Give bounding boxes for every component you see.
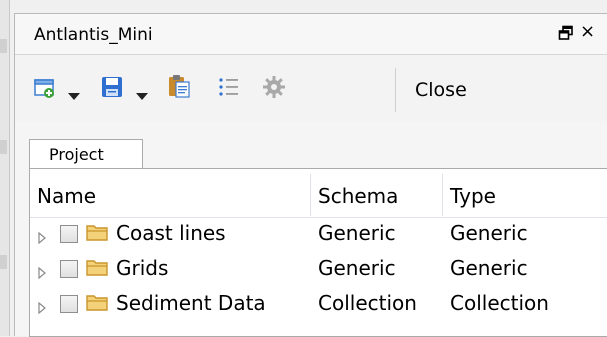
tree-row[interactable]: Coast lines Generic Generic [30, 218, 607, 253]
dropdown-arrow-icon[interactable] [136, 86, 148, 105]
row-type: Generic [450, 256, 528, 280]
folder-icon [86, 223, 108, 245]
panel-titlebar[interactable]: Antlantis_Mini × [15, 14, 607, 55]
expand-arrow-icon[interactable] [38, 229, 46, 248]
tab-bar: Project [15, 122, 607, 169]
tree-row[interactable]: Grids Generic Generic [30, 253, 607, 288]
tab-project[interactable]: Project [29, 139, 143, 169]
column-header-schema[interactable]: Schema [318, 184, 398, 208]
folder-icon [86, 293, 108, 315]
dropdown-arrow-icon[interactable] [68, 86, 80, 105]
frame-notch [0, 140, 7, 154]
toolbar-separator [395, 68, 396, 112]
save-disk-icon[interactable] [101, 76, 123, 102]
row-checkbox[interactable] [60, 225, 78, 243]
row-name: Coast lines [116, 221, 226, 245]
close-panel-icon[interactable]: × [580, 23, 598, 41]
close-button[interactable]: Close [415, 79, 467, 101]
window-frame-left [0, 0, 10, 336]
expand-arrow-icon[interactable] [38, 264, 46, 283]
row-name: Grids [116, 256, 169, 280]
tree-header: Name Schema Type [30, 174, 607, 218]
row-checkbox[interactable] [60, 260, 78, 278]
float-window-icon[interactable] [558, 25, 574, 41]
toolbar: Close [15, 55, 607, 121]
row-checkbox[interactable] [60, 295, 78, 313]
column-divider[interactable] [310, 174, 311, 216]
row-schema: Collection [318, 291, 417, 315]
row-type: Generic [450, 221, 528, 245]
project-tree: Name Schema Type Coast lines Generic Gen… [29, 168, 607, 337]
new-window-icon[interactable] [34, 77, 56, 103]
gear-icon[interactable] [262, 75, 286, 103]
antlantis-panel: Antlantis_Mini × Close Project Name Sche… [14, 13, 607, 337]
clipboard-paste-icon[interactable] [168, 74, 190, 102]
row-type: Collection [450, 291, 549, 315]
frame-notch [0, 255, 7, 269]
expand-arrow-icon[interactable] [38, 299, 46, 318]
column-header-type[interactable]: Type [450, 184, 496, 208]
row-name: Sediment Data [116, 291, 266, 315]
row-schema: Generic [318, 221, 396, 245]
frame-notch [0, 39, 7, 53]
list-icon[interactable] [218, 77, 240, 101]
column-header-name[interactable]: Name [37, 184, 96, 208]
column-divider[interactable] [442, 174, 443, 216]
tree-row[interactable]: Sediment Data Collection Collection [30, 288, 607, 323]
panel-title: Antlantis_Mini [34, 25, 153, 45]
folder-icon [86, 258, 108, 280]
row-schema: Generic [318, 256, 396, 280]
